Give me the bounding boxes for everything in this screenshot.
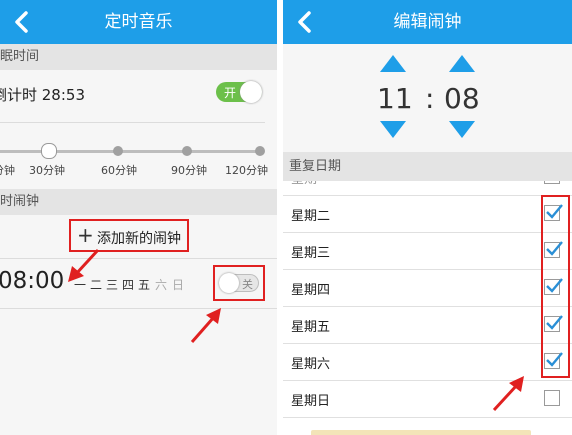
day-checkbox[interactable]: [544, 181, 560, 184]
repeat-day-row[interactable]: 星期四: [283, 269, 572, 307]
weekday-label: 三: [106, 278, 119, 292]
page-title: 编辑闹钟: [393, 12, 462, 32]
slider-stop: [182, 146, 192, 156]
minute-value[interactable]: 08: [444, 82, 480, 115]
repeat-day-row[interactable]: 星期: [283, 181, 572, 196]
alarm-section-header: 定时闹钟: [0, 189, 277, 215]
hour-down-arrow-icon[interactable]: [380, 121, 406, 138]
alarm-toggle[interactable]: 关: [219, 273, 259, 293]
slider-tick-label: 90分钟: [171, 164, 207, 177]
toggle-knob: [240, 81, 262, 103]
minute-down-arrow-icon[interactable]: [449, 121, 475, 138]
checked-days-highlight: [541, 195, 570, 378]
slider-tick-label: 分钟: [0, 164, 15, 177]
day-label: 星期日: [291, 394, 331, 409]
hour-up-arrow-icon[interactable]: [380, 55, 406, 72]
red-arrow-icon: [492, 376, 524, 412]
time-separator: :: [425, 82, 435, 115]
repeat-day-row[interactable]: 星期三: [283, 232, 572, 270]
repeat-section-header: 重复日期: [283, 152, 572, 181]
section-label: 重复日期: [289, 159, 342, 174]
slider-tick-label: 120分钟: [225, 164, 268, 177]
day-label: 星期四: [291, 283, 331, 298]
red-arrow-icon: [190, 308, 221, 343]
divider: [0, 122, 265, 123]
slider-stop: [255, 146, 265, 156]
countdown-toggle[interactable]: 开: [216, 81, 262, 103]
repeat-day-row[interactable]: 星期二: [283, 195, 572, 233]
weekday-label: 六: [155, 278, 168, 292]
day-checkbox[interactable]: [544, 390, 560, 406]
day-label: 星期: [291, 181, 317, 187]
day-label: 星期六: [291, 357, 331, 372]
app-bar: 定时音乐: [0, 0, 277, 44]
hour-value[interactable]: 11: [377, 82, 413, 115]
alarm-toggle-highlight: 关: [213, 265, 265, 301]
timer-music-screen: 定时音乐 睡眠时间 倒计时 28:53 开 分钟 30分钟 60分钟 90分钟 …: [0, 0, 277, 435]
plus-icon: +: [77, 223, 94, 247]
notice-bar: [311, 430, 531, 435]
slider-handle[interactable]: [41, 143, 57, 159]
slider-tick-label: 30分钟: [29, 164, 65, 177]
countdown-text: 倒计时 28:53: [0, 86, 85, 104]
weekday-label: 五: [138, 278, 151, 292]
toggle-knob: [219, 273, 239, 293]
divider: [0, 258, 277, 259]
page-title: 定时音乐: [104, 12, 173, 32]
slider-tick-label: 60分钟: [101, 164, 137, 177]
weekday-label: 四: [122, 278, 135, 292]
weekday-label: 日: [172, 278, 185, 292]
edit-alarm-screen: 编辑闹钟 11 : 08 重复日期 星期 星期二 星期三 星期四: [283, 0, 572, 435]
sleep-section-header: 睡眠时间: [0, 44, 277, 70]
section-label: 定时闹钟: [0, 194, 40, 209]
alarm-time[interactable]: 08:00: [0, 268, 64, 294]
section-label: 睡眠时间: [0, 49, 40, 64]
add-alarm-label: 添加新的闹钟: [97, 231, 181, 247]
toggle-label: 关: [242, 278, 253, 291]
slider-stop: [113, 146, 123, 156]
day-label: 星期二: [291, 209, 331, 224]
app-bar: 编辑闹钟: [283, 0, 572, 44]
red-arrow-icon: [68, 248, 100, 282]
day-label: 星期五: [291, 320, 331, 335]
repeat-day-row[interactable]: 星期五: [283, 306, 572, 344]
toggle-label: 开: [224, 86, 237, 100]
sleep-duration-slider[interactable]: [0, 150, 262, 153]
day-label: 星期三: [291, 246, 331, 261]
divider: [0, 308, 277, 309]
minute-up-arrow-icon[interactable]: [449, 55, 475, 72]
